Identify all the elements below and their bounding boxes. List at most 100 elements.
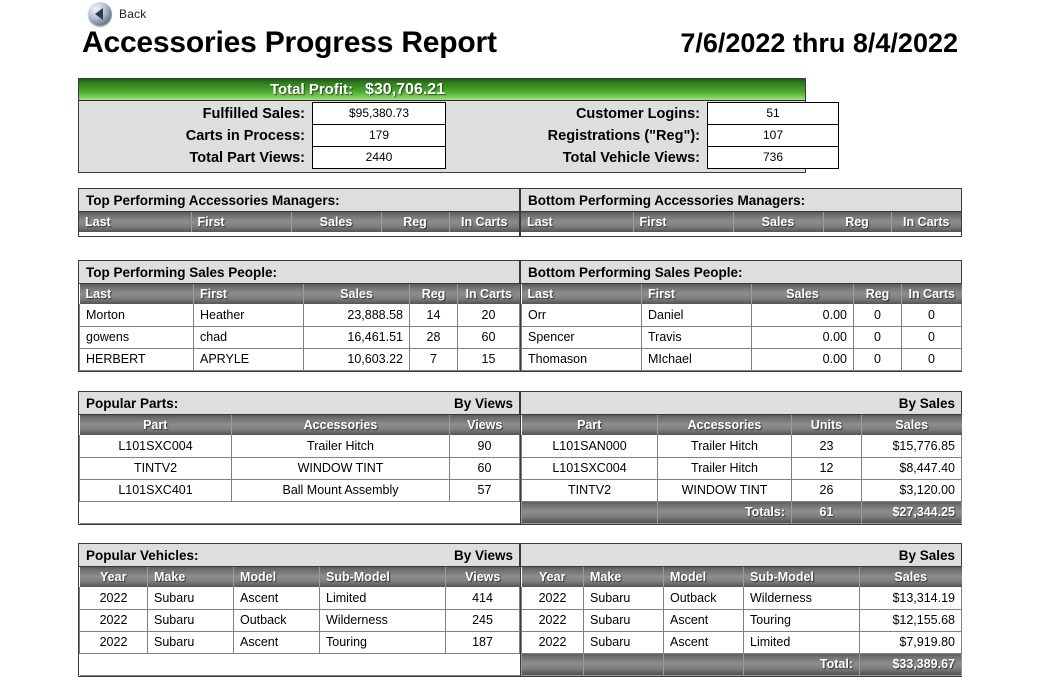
table-row: 2022 Subaru Ascent Touring $12,155.68	[521, 609, 962, 632]
summary-value-box: 2440	[312, 146, 446, 169]
cell-sales: 0.00	[751, 304, 854, 327]
cell-views: 60	[449, 457, 520, 480]
cell-empty-footer	[79, 653, 520, 676]
cell-accessories: WINDOW TINT	[231, 457, 450, 480]
cell-sub-model: Limited	[319, 587, 446, 610]
cell-accessories: Trailer Hitch	[657, 457, 792, 480]
summary-row-customer-logins: Customer Logins: 51	[446, 102, 839, 125]
total-profit-value: $30,706.21	[365, 80, 446, 98]
summary-label: Fulfilled Sales:	[202, 106, 305, 122]
col-model: Model	[663, 567, 744, 587]
by-views-label: By Views	[453, 395, 513, 411]
top-managers-grid: Last First Sales Reg In Carts	[79, 212, 519, 232]
back-circle-arrow-icon	[88, 2, 112, 26]
cell-totals-units: 61	[791, 501, 862, 524]
cell-last: gowens	[79, 326, 194, 349]
popular-vehicles-sales-caption: By Sales	[521, 544, 961, 567]
cell-year: 2022	[521, 631, 584, 654]
bottom-managers-table: Bottom Performing Accessories Managers: …	[520, 188, 962, 237]
col-reg: Reg	[381, 212, 450, 232]
col-make: Make	[583, 567, 664, 587]
table-row: gowens chad 16,461.51 28 60	[79, 326, 520, 349]
popular-parts-caption: Popular Parts: By Views	[79, 392, 519, 415]
col-first: First	[633, 212, 734, 232]
table-row: TINTV2 WINDOW TINT 60	[79, 457, 520, 480]
table-row: 2022 Subaru Outback Wilderness 245	[79, 609, 520, 632]
summary-row-total-part-views: Total Part Views: 2440	[79, 146, 446, 169]
cell-totals-label: Totals:	[657, 501, 792, 524]
cell-part: L101SXC004	[79, 435, 232, 458]
cell-sales: $8,447.40	[861, 457, 962, 480]
accessories-managers-section: Top Performing Accessories Managers: Las…	[78, 188, 962, 237]
cell-accessories: Ball Mount Assembly	[231, 479, 450, 502]
summary-row-registrations: Registrations ("Reg"): 107	[446, 124, 839, 147]
table-row: 2022 Subaru Outback Wilderness $13,314.1…	[521, 587, 962, 610]
col-in-carts: In Carts	[457, 284, 520, 304]
cell-reg: 0	[853, 304, 902, 327]
caption-text: Popular Vehicles:	[86, 547, 199, 563]
col-in-carts: In Carts	[449, 212, 519, 232]
cell-sub-model: Limited	[743, 631, 860, 654]
cell-totals-blank-model	[663, 653, 744, 676]
cell-in-carts: 60	[457, 326, 520, 349]
col-accessories: Accessories	[657, 415, 792, 435]
col-last: Last	[79, 212, 192, 232]
table-row: L101SXC401 Ball Mount Assembly 57	[79, 479, 520, 502]
back-button[interactable]: Back	[88, 2, 146, 26]
col-year: Year	[521, 567, 584, 587]
cell-make: Subaru	[583, 609, 664, 632]
table-header-row: Last First Sales Reg In Carts	[79, 212, 519, 232]
cell-empty-footer	[79, 501, 520, 524]
cell-reg: 0	[853, 348, 902, 371]
cell-model: Outback	[663, 587, 744, 610]
popular-vehicles-views-grid: Year Make Model Sub-Model Views 2022 Sub…	[79, 567, 520, 676]
summary-value-box: 107	[707, 124, 839, 147]
col-part: Part	[79, 415, 232, 435]
col-sales: Sales	[859, 567, 962, 587]
cell-sales: $13,314.19	[859, 587, 962, 610]
cell-sub-model: Wilderness	[319, 609, 446, 632]
cell-last: HERBERT	[79, 348, 194, 371]
cell-reg: 0	[853, 326, 902, 349]
col-make: Make	[147, 567, 234, 587]
table-header-row: Last First Sales Reg In Carts	[521, 284, 962, 304]
col-sub-model: Sub-Model	[743, 567, 860, 587]
col-reg: Reg	[823, 212, 892, 232]
cell-sales: 0.00	[751, 348, 854, 371]
table-header-row: Year Make Model Sub-Model Sales	[521, 567, 962, 587]
page-title: Accessories Progress Report	[82, 26, 497, 59]
cell-last: Spencer	[521, 326, 642, 349]
cell-first: Daniel	[641, 304, 752, 327]
caption-text: Bottom Performing Sales People:	[528, 264, 743, 280]
cell-views: 90	[449, 435, 520, 458]
cell-year: 2022	[79, 631, 148, 654]
top-sales-people-table: Top Performing Sales People: Last First …	[78, 260, 520, 372]
cell-views: 414	[445, 587, 520, 610]
cell-model: Ascent	[233, 587, 320, 610]
table-header-row: Part Accessories Units Sales	[521, 415, 962, 435]
cell-totals-label: Total:	[743, 653, 860, 676]
summary-left-column: Fulfilled Sales: $95,380.73 Carts in Pro…	[79, 102, 446, 169]
by-views-label: By Views	[453, 547, 513, 563]
cell-views: 245	[445, 609, 520, 632]
cell-in-carts: 20	[457, 304, 520, 327]
bottom-sales-people-grid: Last First Sales Reg In Carts Orr Daniel…	[521, 284, 962, 371]
table-row: Orr Daniel 0.00 0 0	[521, 304, 962, 327]
cell-make: Subaru	[147, 609, 234, 632]
sales-people-section: Top Performing Sales People: Last First …	[78, 260, 962, 372]
by-sales-label: By Sales	[898, 395, 955, 411]
cell-totals-blank-year	[521, 653, 584, 676]
col-reg: Reg	[409, 284, 458, 304]
col-in-carts: In Carts	[901, 284, 962, 304]
cell-first: Heather	[193, 304, 304, 327]
summary-value-box: 736	[707, 146, 839, 169]
top-sales-people-caption: Top Performing Sales People:	[79, 261, 519, 284]
table-row: 2022 Subaru Ascent Limited $7,919.80	[521, 631, 962, 654]
table-row: 2022 Subaru Ascent Limited 414	[79, 587, 520, 610]
cell-last: Orr	[521, 304, 642, 327]
top-sales-people-grid: Last First Sales Reg In Carts Morton Hea…	[79, 284, 520, 371]
cell-part: L101SAN000	[521, 435, 658, 458]
cell-sales: 23,888.58	[303, 304, 410, 327]
col-reg: Reg	[853, 284, 902, 304]
cell-first: MIchael	[641, 348, 752, 371]
